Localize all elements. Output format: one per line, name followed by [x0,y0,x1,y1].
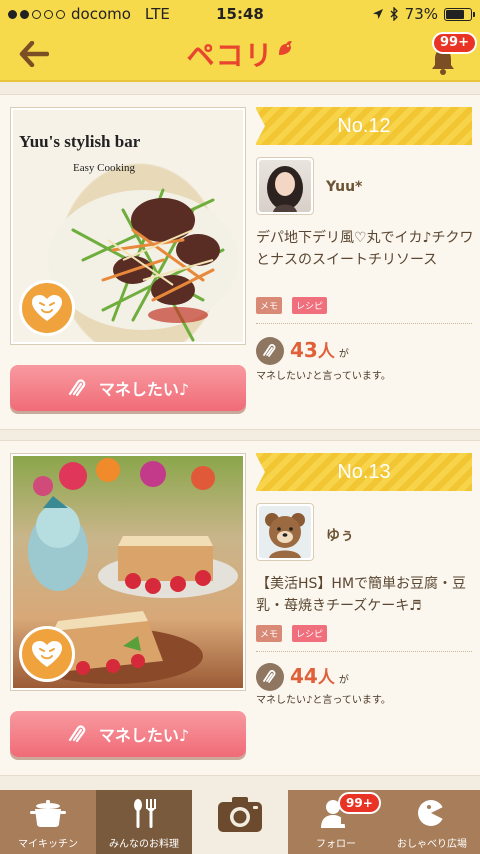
tab-everyones-dishes[interactable]: みんなのお料理 [96,790,192,854]
notification-button[interactable]: 99+ [424,32,477,78]
mane-count-unit: 人 [317,342,335,362]
username[interactable]: Yuu* [326,179,362,195]
recipe-photo [13,456,243,688]
mane-button[interactable]: マネしたい♪ [10,365,246,411]
recipe-tag: レシピ [292,297,328,314]
battery-icon [444,7,475,21]
notification-badge: 99+ [432,32,477,54]
mane-count-unit: 人 [317,668,335,688]
image-caption-title: Yuu's stylish bar [19,132,141,151]
mane-count: 43人が [290,337,349,362]
tab-label: フォロー [316,839,356,850]
tab-label: マイキッチン [18,839,78,850]
mane-count-suffix: が [338,675,349,686]
divider [256,651,472,652]
tab-label: みんなのお料理 [109,839,179,850]
username[interactable]: ゆぅ [326,525,354,545]
mane-count-text: マネしたい♪と言っています。 [256,695,391,706]
mane-count-suffix: が [338,349,349,360]
bear-avatar-figure [265,513,305,558]
recipe-title[interactable]: デパ地下デリ風♡丸でイカ♪チクワとナスのスイートチリソース [256,227,474,271]
user-avatar[interactable] [256,157,314,215]
tab-chat-plaza[interactable]: おしゃべり広場 [384,790,480,854]
rank-label: No.12 [255,107,472,145]
clip-icon [68,725,86,743]
recipe-image[interactable]: Yuu's stylish bar Easy Cooking [10,107,246,345]
image-caption-subtitle: Easy Cooking [73,162,136,174]
status-bar: docomo LTE 15:48 73% [0,0,480,28]
ranking-card: Yuu's stylish bar Easy Cooking No.12 Yuu… [0,94,480,430]
ranking-card: No.13 ゆぅ 【美活HS】HMで簡単お豆腐・豆乳・苺焼きチーズケーキ♬ メモ… [0,440,480,776]
mane-count-number: 43 [290,338,318,362]
memo-tag: メモ [256,297,283,314]
mane-count-text: マネしたい♪と言っています。 [256,371,391,382]
tab-follow[interactable]: 99+ フォロー [288,790,384,854]
location-icon [372,9,383,19]
tab-my-kitchen[interactable]: マイキッチン [0,790,96,854]
mane-count-number: 44 [290,664,318,688]
tab-label: おしゃべり広場 [397,839,467,850]
bluetooth-icon [390,7,398,21]
heart-face-icon [32,295,62,321]
back-arrow-icon [19,41,49,67]
user-avatar[interactable] [256,503,314,561]
camera-icon [218,797,262,832]
follow-badge: 99+ [338,792,381,814]
rank-label: No.13 [255,453,472,491]
chat-icon [418,800,445,826]
recipe-title[interactable]: 【美活HS】HMで簡単お豆腐・豆乳・苺焼きチーズケーキ♬ [256,573,474,617]
mane-heart-badge [19,280,75,336]
utensils-icon [134,799,156,828]
mane-heart-badge [19,626,75,682]
bottom-tab-bar: マイキッチン みんなのお料理 99+ フォロー おしゃべり広場 [0,784,480,854]
rooster-icon [278,40,292,55]
rank-number: No.12 [337,114,391,137]
clip-icon [263,343,276,357]
tab-camera[interactable] [192,784,288,854]
mane-count-icon [256,337,284,365]
avatar-figure [267,166,303,212]
pot-icon [30,800,66,827]
avatar-photo [259,506,311,558]
clip-icon [263,669,276,683]
heart-face-icon [32,641,62,667]
recipe-photo: Yuu's stylish bar Easy Cooking [13,110,243,342]
mane-count: 44人が [290,663,349,688]
mane-button[interactable]: マネしたい♪ [10,711,246,757]
memo-tag: メモ [256,625,283,642]
recipe-image[interactable] [10,453,246,691]
clip-icon [68,379,86,397]
mane-button-label: マネしたい♪ [98,726,190,745]
avatar-photo [259,160,311,212]
status-right: 73% [372,5,475,23]
divider [256,323,472,324]
app-logo: ペコリ [180,34,300,74]
mane-count-icon [256,663,284,691]
app-title: ペコリ [186,39,274,72]
mane-button-label: マネしたい♪ [98,380,190,399]
app-header: ペコリ 99+ [0,28,480,82]
rank-number: No.13 [337,460,391,483]
battery-percent: 73% [404,5,438,23]
battery-fill [446,9,464,19]
recipe-tag: レシピ [292,625,328,642]
back-button[interactable] [14,36,54,72]
